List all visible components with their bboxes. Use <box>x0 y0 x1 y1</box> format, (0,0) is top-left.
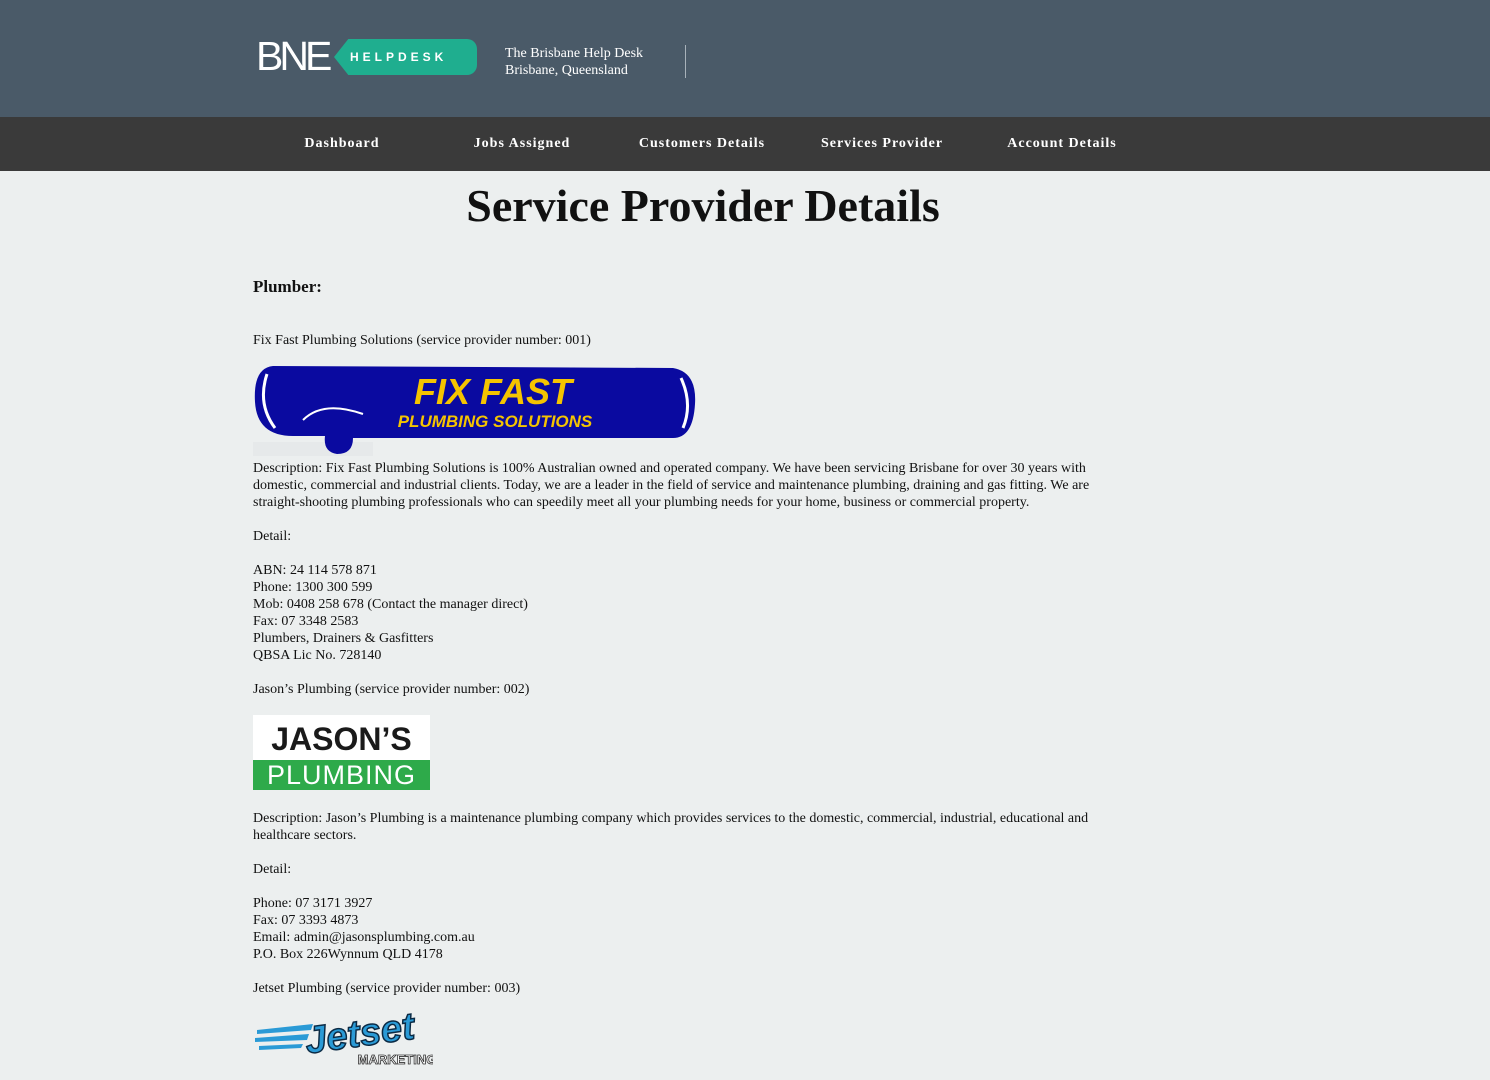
detail-trade: Plumbers, Drainers & Gasfitters <box>253 631 434 646</box>
detail-fax-jasons: Fax: 07 3393 4873 <box>253 913 359 928</box>
page-title: Service Provider Details <box>466 180 940 231</box>
detail-licence: QBSA Lic No. 728140 <box>253 648 382 663</box>
provider-description-fixfast: Description: Fix Fast Plumbing Solutions… <box>253 461 1090 510</box>
detail-phone: Phone: 1300 300 599 <box>253 580 373 595</box>
jasons-logo: JASON’S PLUMBING <box>253 715 430 790</box>
detail-phone-jasons: Phone: 07 3171 3927 <box>253 896 373 911</box>
jetset-logo-line-2: MARKETING <box>358 1052 433 1067</box>
nav-item-account-details[interactable]: Account Details <box>992 117 1132 171</box>
detail-fax: Fax: 07 3348 2583 <box>253 614 359 629</box>
jasons-logo-line-2: PLUMBING <box>253 760 430 790</box>
header-tagline: The Brisbane Help Desk Brisbane, Queensl… <box>505 45 643 79</box>
nav-item-jobs-assigned[interactable]: Jobs Assigned <box>452 117 592 171</box>
detail-label-jasons: Detail: <box>253 862 292 877</box>
provider-name-jasons: Jason’s Plumbing (service provider numbe… <box>253 682 530 697</box>
jasons-logo-line-1: JASON’S <box>271 721 412 757</box>
tagline-line-1: The Brisbane Help Desk <box>505 46 644 61</box>
detail-mobile: Mob: 0408 258 678 (Contact the manager d… <box>253 597 528 612</box>
site-header: BNE HELPDESK The Brisbane Help Desk Bris… <box>0 0 1490 117</box>
fixfast-logo-line-1: FIX FAST <box>414 371 575 412</box>
fixfast-logo-line-2: PLUMBING SOLUTIONS <box>398 412 593 431</box>
header-divider <box>685 45 686 78</box>
bne-helpdesk-logo[interactable]: BNE HELPDESK <box>256 33 478 79</box>
logo-wordmark: BNE <box>256 33 332 79</box>
provider-name-jetset: Jetset Plumbing (service provider number… <box>253 981 521 996</box>
jetset-logo: Jetset MARKETING <box>255 1012 433 1067</box>
fixfast-logo: FIX FAST PLUMBING SOLUTIONS <box>253 366 696 456</box>
logo-badge-text: HELPDESK <box>350 50 448 64</box>
logo-badge: HELPDESK <box>334 39 477 75</box>
main-nav: Dashboard Jobs Assigned Customers Detail… <box>0 117 1490 171</box>
detail-label-fixfast: Detail: <box>253 529 292 544</box>
nav-item-services-provider[interactable]: Services Provider <box>807 117 957 171</box>
section-heading-plumber: Plumber: <box>253 277 322 296</box>
tagline-line-2: Brisbane, Queensland <box>505 63 628 78</box>
detail-email-jasons: Email: admin@jasonsplumbing.com.au <box>253 930 475 945</box>
provider-name-fixfast: Fix Fast Plumbing Solutions (service pro… <box>253 333 591 348</box>
nav-item-dashboard[interactable]: Dashboard <box>282 117 402 171</box>
detail-abn: ABN: 24 114 578 871 <box>253 563 377 578</box>
provider-description-jasons: Description: Jason’s Plumbing is a maint… <box>253 811 1089 843</box>
nav-item-customers-details[interactable]: Customers Details <box>627 117 777 171</box>
detail-pobox-jasons: P.O. Box 226Wynnum QLD 4178 <box>253 947 443 962</box>
